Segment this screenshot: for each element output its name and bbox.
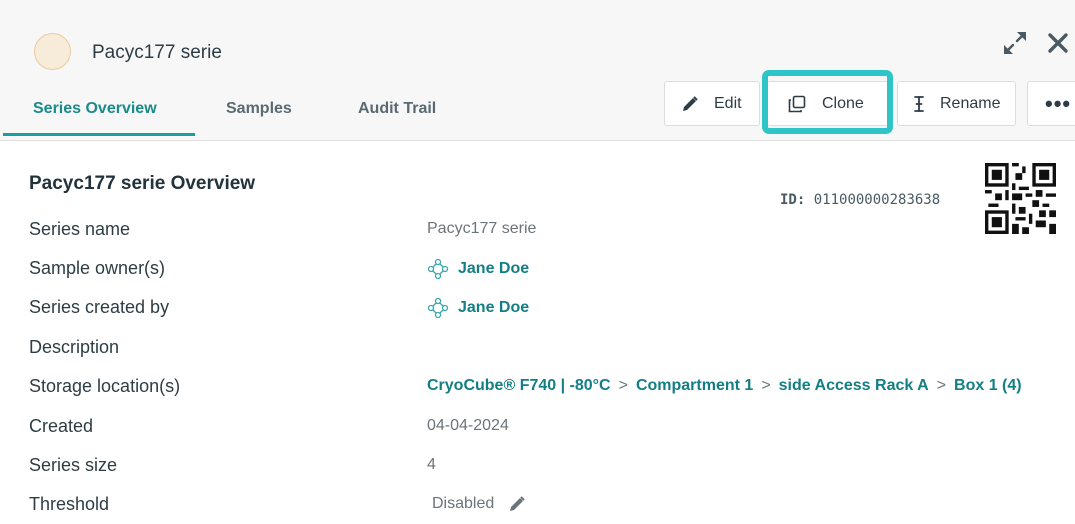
- created-by-value[interactable]: Jane Doe: [427, 297, 529, 319]
- edit-threshold-icon[interactable]: [508, 495, 526, 513]
- series-name-label: Series name: [29, 219, 131, 239]
- edit-button[interactable]: Edit: [664, 81, 760, 126]
- rename-button[interactable]: Rename: [897, 81, 1016, 126]
- clone-button[interactable]: Clone: [767, 81, 889, 126]
- storage-box-link[interactable]: Box 1 (4): [954, 377, 1022, 395]
- id-label: ID:: [780, 192, 806, 208]
- sample-owner-value[interactable]: Jane Doe: [427, 258, 529, 280]
- more-actions-button[interactable]: •••: [1027, 81, 1075, 126]
- user-network-icon: [427, 258, 449, 280]
- storage-location-path: CryoCube® F740 | -80°C > Compartment 1 >…: [427, 377, 1022, 395]
- text-cursor-icon: [910, 95, 928, 113]
- sample-owner-label: Sample owner(s): [29, 258, 166, 278]
- tab-series-overview[interactable]: Series Overview: [33, 100, 157, 118]
- storage-location-label: Storage location(s): [29, 376, 181, 396]
- created-by-label: Series created by: [29, 297, 170, 317]
- created-value: 04-04-2024: [427, 417, 509, 434]
- path-separator: >: [618, 377, 628, 394]
- storage-rack-link[interactable]: side Access Rack A: [779, 377, 929, 395]
- description-label: Description: [29, 337, 120, 357]
- copy-icon: [788, 95, 806, 113]
- expand-icon[interactable]: [1002, 30, 1028, 56]
- user-network-icon: [427, 297, 449, 319]
- series-size-value: 4: [427, 456, 436, 473]
- active-tab-indicator: [3, 133, 195, 136]
- path-separator: >: [936, 377, 947, 394]
- created-by-name: Jane Doe: [458, 299, 530, 316]
- threshold-label: Threshold: [29, 494, 110, 514]
- path-separator: >: [761, 377, 771, 394]
- overview-title: Pacyc177 serie Overview: [29, 173, 256, 194]
- series-name-value: Pacyc177 serie: [427, 220, 537, 237]
- series-id: ID: 011000000283638: [780, 192, 940, 208]
- qr-code-icon: [985, 163, 1056, 234]
- storage-compartment-link[interactable]: Compartment 1: [636, 377, 753, 395]
- threshold-value: Disabled: [432, 495, 526, 513]
- series-size-label: Series size: [29, 455, 118, 475]
- series-avatar: [34, 33, 71, 70]
- tab-samples[interactable]: Samples: [226, 100, 292, 118]
- created-label: Created: [29, 416, 94, 436]
- rename-label: Rename: [940, 94, 1001, 112]
- sample-owner-name: Jane Doe: [458, 260, 530, 277]
- pencil-icon: [681, 95, 699, 113]
- close-icon[interactable]: [1045, 30, 1071, 56]
- page-title: Pacyc177 serie: [92, 42, 222, 63]
- threshold-status: Disabled: [432, 495, 495, 512]
- id-value: 011000000283638: [813, 192, 941, 208]
- clone-label: Clone: [822, 94, 864, 112]
- storage-freezer-link[interactable]: CryoCube® F740 | -80°C: [427, 377, 611, 395]
- edit-label: Edit: [714, 94, 742, 112]
- tab-audit-trail[interactable]: Audit Trail: [358, 100, 436, 118]
